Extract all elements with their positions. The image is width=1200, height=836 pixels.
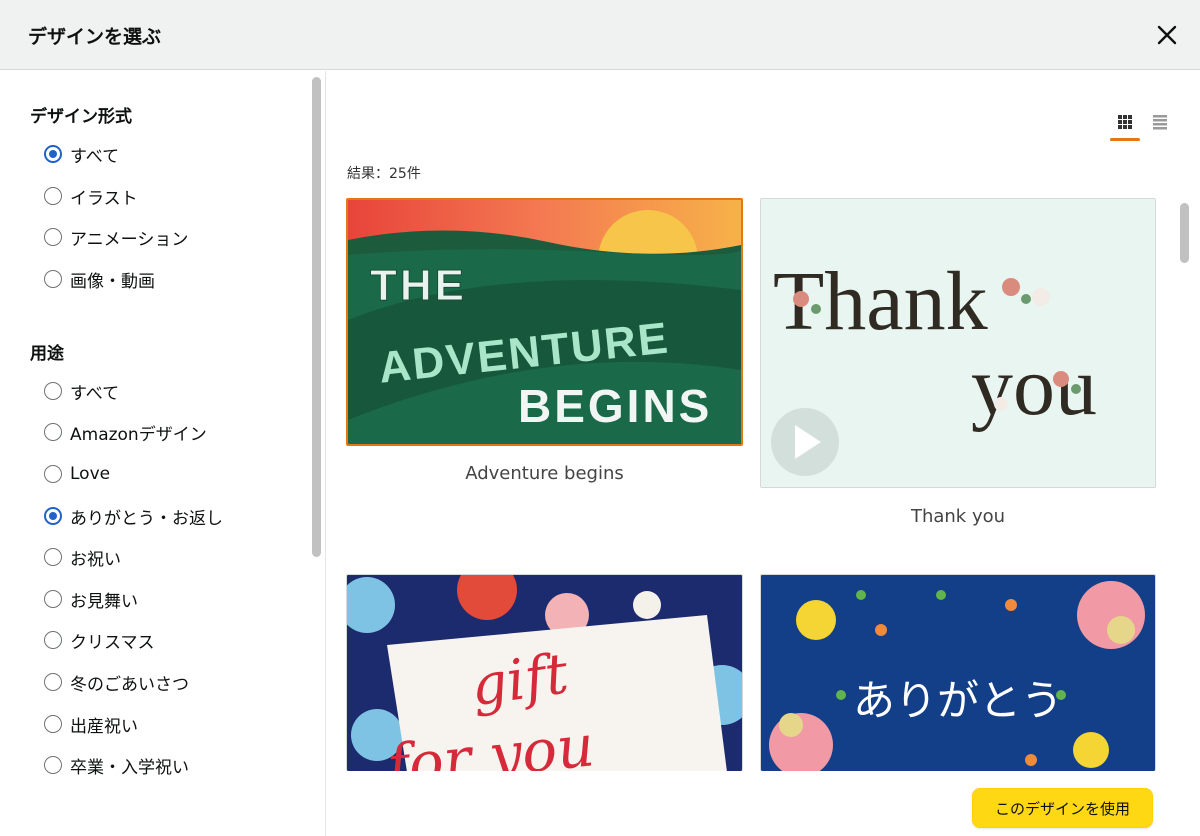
list-view-icon[interactable] xyxy=(1145,107,1175,137)
radio-button[interactable] xyxy=(44,631,62,649)
option-label: 出産祝い xyxy=(70,716,138,737)
use-design-button[interactable]: このデザインを使用 xyxy=(972,788,1153,828)
art-text-gift: gift xyxy=(467,641,573,719)
option-label: 画像・動画 xyxy=(70,271,155,292)
option-label: ありがとう・お返し xyxy=(70,508,223,529)
radio-button[interactable] xyxy=(44,590,62,608)
option-label: アニメーション xyxy=(70,229,189,250)
radio-button[interactable] xyxy=(44,145,62,163)
usage-option-graduation[interactable]: 卒業・入学祝い xyxy=(44,753,189,778)
option-label: 冬のごあいさつ xyxy=(70,674,189,695)
radio-button[interactable] xyxy=(44,715,62,733)
format-option-all[interactable]: すべて xyxy=(44,142,120,167)
option-label: イラスト xyxy=(70,188,138,209)
option-label: Love xyxy=(70,464,111,484)
close-icon[interactable] xyxy=(1154,22,1180,48)
dialog-header: デザインを選ぶ xyxy=(0,0,1200,70)
result-count: 結果：25件 xyxy=(347,166,421,182)
option-label: すべて xyxy=(70,146,120,167)
option-label: 卒業・入学祝い xyxy=(70,757,189,778)
usage-option-love[interactable]: Love xyxy=(44,462,110,486)
design-thumbnail[interactable]: ありがとう xyxy=(760,574,1156,771)
design-card-gift[interactable]: gift for you xyxy=(346,574,743,771)
radio-button[interactable] xyxy=(44,507,62,525)
filter-sidebar: デザイン形式 すべて イラスト アニメーション 画像・動画 用途 すべて Ama… xyxy=(0,71,326,836)
usage-option-christmas[interactable]: クリスマス xyxy=(44,628,155,653)
usage-option-get-well[interactable]: お見舞い xyxy=(44,587,138,612)
format-filter-title: デザイン形式 xyxy=(30,107,132,127)
radio-button[interactable] xyxy=(44,673,62,691)
radio-button[interactable] xyxy=(44,756,62,774)
usage-option-winter[interactable]: 冬のごあいさつ xyxy=(44,670,189,695)
active-view-indicator xyxy=(1110,138,1140,141)
usage-option-all[interactable]: すべて xyxy=(44,379,120,404)
usage-filter-title: 用途 xyxy=(30,344,64,364)
radio-button[interactable] xyxy=(44,382,62,400)
design-thumbnail[interactable]: gift for you xyxy=(346,574,743,771)
radio-button[interactable] xyxy=(44,548,62,566)
art-text-arigatou: ありがとう xyxy=(853,676,1063,725)
art-text-the: THE xyxy=(370,261,467,310)
design-card-adventure[interactable]: THE ADVENTURE BEGINS Adventure begins xyxy=(346,198,743,498)
usage-option-thanks[interactable]: ありがとう・お返し xyxy=(44,504,223,529)
grid-view-icon[interactable] xyxy=(1110,107,1140,141)
design-card-thank-you[interactable]: Thank you Thank you xyxy=(760,198,1156,538)
usage-option-celebration[interactable]: お祝い xyxy=(44,545,121,570)
format-option-image-video[interactable]: 画像・動画 xyxy=(44,267,155,292)
radio-button[interactable] xyxy=(44,228,62,246)
radio-button[interactable] xyxy=(44,187,62,205)
option-label: クリスマス xyxy=(70,632,155,653)
design-label: Adventure begins xyxy=(465,463,624,484)
radio-button[interactable] xyxy=(44,465,62,483)
option-label: お祝い xyxy=(70,549,121,570)
design-card-arigatou[interactable]: ありがとう xyxy=(760,574,1156,771)
radio-button[interactable] xyxy=(44,423,62,441)
usage-option-birth[interactable]: 出産祝い xyxy=(44,712,138,737)
option-label: すべて xyxy=(70,383,120,404)
design-label: Thank you xyxy=(910,506,1006,527)
design-thumbnail[interactable]: THE ADVENTURE BEGINS xyxy=(346,198,743,446)
design-results: 結果：25件 THE ADVENTURE BEGINS Adventure be… xyxy=(327,71,1200,836)
option-label: お見舞い xyxy=(70,591,138,612)
dialog-footer: このデザインを使用 xyxy=(327,771,1200,836)
option-label: Amazonデザイン xyxy=(70,424,207,445)
dialog-title: デザインを選ぶ xyxy=(28,26,162,48)
art-text-begins: BEGINS xyxy=(518,380,712,432)
format-option-illustration[interactable]: イラスト xyxy=(44,184,138,209)
design-thumbnail[interactable]: Thank you xyxy=(760,198,1156,488)
results-scrollbar[interactable] xyxy=(1180,203,1189,263)
format-option-animation[interactable]: アニメーション xyxy=(44,225,189,250)
radio-button[interactable] xyxy=(44,270,62,288)
sidebar-scrollbar[interactable] xyxy=(312,77,321,557)
usage-option-amazon[interactable]: Amazonデザイン xyxy=(44,420,207,445)
